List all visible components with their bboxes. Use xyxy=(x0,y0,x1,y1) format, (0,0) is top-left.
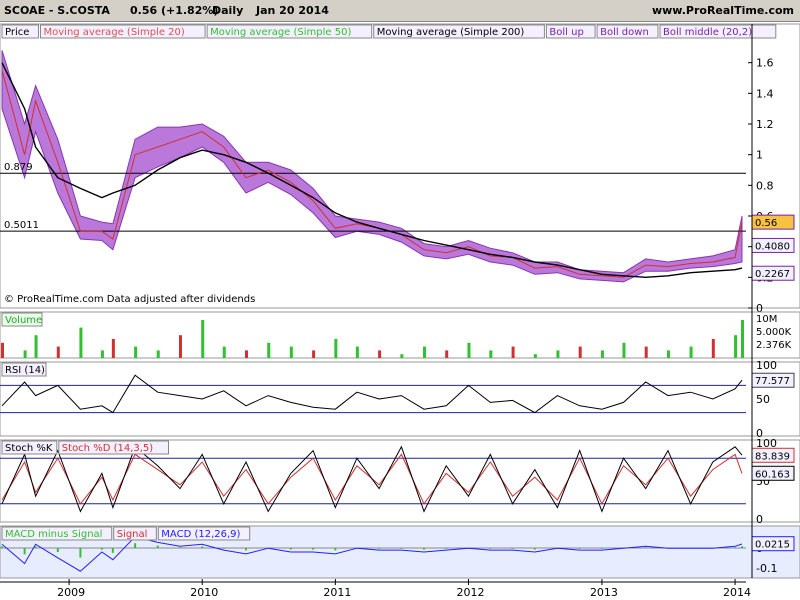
volume-bar-20 xyxy=(422,346,426,358)
volume-bar-31 xyxy=(666,350,670,358)
volume-bar-21 xyxy=(445,350,449,358)
volume-bar-32 xyxy=(689,346,693,358)
hline-label-1: 0.5011 xyxy=(4,220,39,231)
x-tick-label-2: 2011 xyxy=(323,586,351,599)
volume-bar-35 xyxy=(740,320,744,358)
rsi-ytick-label-1: 50 xyxy=(756,393,770,406)
volume-bar-19 xyxy=(400,354,404,358)
legend-label-2: Moving average (Simple 50) xyxy=(210,27,351,38)
volume-bar-18 xyxy=(378,350,382,358)
rsi-title: RSI (14) xyxy=(5,365,45,376)
legend-label-5: Boll down xyxy=(600,27,649,38)
volume-bar-8 xyxy=(156,350,160,358)
price-badge-label-2: 0.2267 xyxy=(755,269,790,280)
stoch-d-label: 60.163 xyxy=(755,469,790,480)
volume-bar-24 xyxy=(511,346,515,358)
volume-bar-10 xyxy=(201,320,205,358)
volume-bar-28 xyxy=(600,350,604,358)
price-badge-label-1: 0.4080 xyxy=(755,241,790,252)
volume-title: Volume xyxy=(5,315,42,326)
volume-bar-34 xyxy=(734,335,738,358)
legend-label-0: Price xyxy=(5,27,29,38)
volume-bar-25 xyxy=(533,354,537,358)
watermark-text: © ProRealTime.com Data adjusted after di… xyxy=(4,294,255,305)
rsi-ytick-label-2: 100 xyxy=(756,359,777,372)
x-tick-label-0: 2009 xyxy=(57,586,85,599)
volume-bar-3 xyxy=(56,346,60,358)
price-ytick-label-5: 1 xyxy=(756,149,763,162)
price-ytick-label-4: 0.8 xyxy=(756,179,774,192)
stoch-ytick-label-0: 0 xyxy=(756,513,763,526)
volume-bar-29 xyxy=(622,342,626,358)
volume-bar-26 xyxy=(556,350,560,358)
volume-bar-6 xyxy=(111,339,115,358)
volume-bar-17 xyxy=(355,346,359,358)
volume-bar-11 xyxy=(222,346,226,358)
volume-bar-30 xyxy=(644,346,648,358)
legend-label-6: Boll middle (20,2) xyxy=(663,27,752,38)
price-ytick-label-7: 1.4 xyxy=(756,87,774,100)
volume-bar-16 xyxy=(334,339,338,358)
volume-bar-7 xyxy=(134,346,138,358)
macd-legend-label-2: MACD (12,26,9) xyxy=(161,529,240,540)
volume-bar-27 xyxy=(578,346,582,358)
volume-bar-14 xyxy=(289,346,293,358)
chart-window: SCOAE - S.COSTA 0.56 (+1.82%) Daily Jan … xyxy=(0,0,800,600)
volume-bar-22 xyxy=(467,342,471,358)
volume-ytick-label-1: 5.000K xyxy=(756,327,792,338)
stoch-legend-label-1: Stoch %D (14,3,5) xyxy=(62,443,153,454)
volume-ytick-label-0: 10M xyxy=(756,314,777,325)
x-tick-label-4: 2013 xyxy=(590,586,618,599)
volume-bar-1 xyxy=(23,350,27,358)
hline-label-0: 0.879 xyxy=(4,162,33,173)
volume-bar-4 xyxy=(79,327,83,358)
legend-label-1: Moving average (Simple 20) xyxy=(44,27,185,38)
price-badge-label-0: 0.56 xyxy=(755,218,777,229)
rsi-panel xyxy=(0,361,800,437)
price-ytick-label-6: 1.2 xyxy=(756,118,774,131)
stoch-k-label: 83.839 xyxy=(755,451,790,462)
volume-ytick-label-2: 2.376K xyxy=(756,340,792,351)
volume-bar-13 xyxy=(267,342,271,358)
macd-legend-label-1: Signal xyxy=(117,529,148,540)
volume-panel xyxy=(0,311,800,359)
x-tick-label-3: 2012 xyxy=(456,586,484,599)
x-tick-label-5: 2014 xyxy=(723,586,751,599)
legend-label-3: Moving average (Simple 200) xyxy=(377,27,525,38)
volume-bar-5 xyxy=(100,350,104,358)
price-ytick-label-8: 1.6 xyxy=(756,57,774,70)
x-tick-label-1: 2010 xyxy=(190,586,218,599)
volume-bar-23 xyxy=(489,350,493,358)
macd-ytick-label-1: -0.1 xyxy=(756,562,777,575)
macd-last-label: 0.0215 xyxy=(755,540,790,551)
volume-bar-2 xyxy=(34,335,38,358)
volume-bar-33 xyxy=(711,339,715,358)
volume-bar-15 xyxy=(312,350,316,358)
volume-bar-9 xyxy=(178,335,182,358)
volume-bar-12 xyxy=(244,350,248,358)
stoch-legend-label-0: Stoch %K xyxy=(5,443,53,454)
chart-canvas[interactable]: 0.8790.501100.20.40.60.811.21.41.60.560.… xyxy=(0,0,800,600)
legend-label-4: Boll up xyxy=(549,27,583,38)
rsi-last-label: 77.577 xyxy=(755,376,790,387)
volume-bar-0 xyxy=(1,342,4,358)
macd-legend-label-0: MACD minus Signal xyxy=(5,529,102,540)
